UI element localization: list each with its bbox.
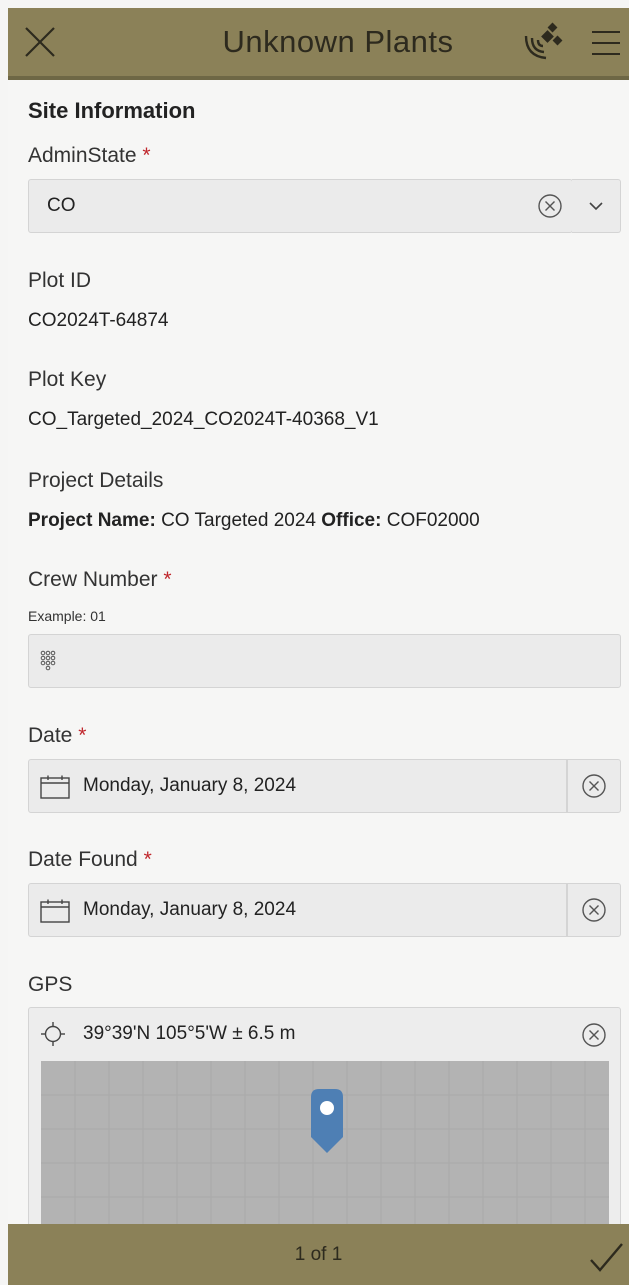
crew-number-label: Crew Number * — [28, 568, 172, 592]
office-label: Office: — [321, 510, 382, 531]
clear-icon[interactable] — [537, 193, 563, 219]
crosshair-icon — [41, 1022, 65, 1046]
page-indicator: 1 of 1 — [294, 1244, 343, 1265]
admin-state-select[interactable]: CO — [28, 179, 573, 233]
keypad-icon — [40, 650, 56, 671]
required-mark: * — [78, 724, 87, 747]
project-name-label: Project Name: — [28, 510, 156, 531]
section-title: Site Information — [28, 98, 196, 123]
gps-panel: 39°39'N 105°5'W ± 6.5 m — [28, 1007, 621, 1224]
project-name-value: CO Targeted 2024 — [161, 510, 316, 531]
form-content[interactable]: Site Information AdminState * CO Plot ID… — [8, 80, 629, 1224]
plot-id-label: Plot ID — [28, 269, 92, 292]
crew-number-input[interactable] — [28, 634, 621, 688]
plot-key-label: Plot Key — [28, 368, 107, 391]
admin-state-dropdown-button[interactable] — [572, 179, 621, 233]
date-found-value: Monday, January 8, 2024 — [83, 899, 297, 920]
required-mark: * — [143, 848, 152, 871]
plot-id-value: CO2024T-64874 — [28, 310, 169, 331]
date-found-label-text: Date Found — [28, 848, 138, 871]
crew-number-hint: Example: 01 — [28, 608, 106, 624]
admin-state-value: CO — [47, 195, 76, 216]
clear-icon — [582, 898, 606, 922]
date-label-text: Date — [28, 724, 73, 747]
required-mark: * — [142, 144, 151, 167]
date-clear-button[interactable] — [567, 759, 621, 813]
app-header: Unknown Plants — [8, 8, 629, 76]
project-details-value: Project Name: CO Targeted 2024 Office: C… — [28, 510, 480, 532]
date-picker[interactable]: Monday, January 8, 2024 — [28, 759, 567, 813]
map-view[interactable] — [41, 1061, 609, 1224]
date-value: Monday, January 8, 2024 — [83, 775, 297, 796]
satellite-icon[interactable] — [522, 22, 564, 62]
clear-icon[interactable] — [581, 1022, 607, 1048]
calendar-icon — [40, 775, 70, 799]
admin-state-label: AdminState * — [28, 144, 151, 168]
date-found-label: Date Found * — [28, 848, 152, 872]
office-value: COF02000 — [386, 510, 480, 531]
plot-key-value: CO_Targeted_2024_CO2024T-40368_V1 — [28, 409, 379, 430]
gps-label: GPS — [28, 973, 73, 996]
hamburger-menu-icon[interactable] — [590, 28, 622, 58]
date-label: Date * — [28, 724, 86, 748]
gps-coordinates: 39°39'N 105°5'W ± 6.5 m — [83, 1023, 296, 1044]
checkmark-icon[interactable] — [588, 1238, 624, 1274]
page-title: Unknown Plants — [222, 24, 454, 59]
close-icon[interactable] — [22, 24, 58, 60]
date-found-picker[interactable]: Monday, January 8, 2024 — [28, 883, 567, 937]
required-mark: * — [163, 568, 172, 591]
crew-number-label-text: Crew Number — [28, 568, 158, 591]
chevron-down-icon — [589, 202, 603, 211]
clear-icon — [582, 774, 606, 798]
calendar-icon — [40, 899, 70, 923]
project-details-label: Project Details — [28, 469, 164, 492]
app-footer: 1 of 1 — [8, 1224, 629, 1285]
admin-state-label-text: AdminState — [28, 144, 137, 167]
date-found-clear-button[interactable] — [567, 883, 621, 937]
